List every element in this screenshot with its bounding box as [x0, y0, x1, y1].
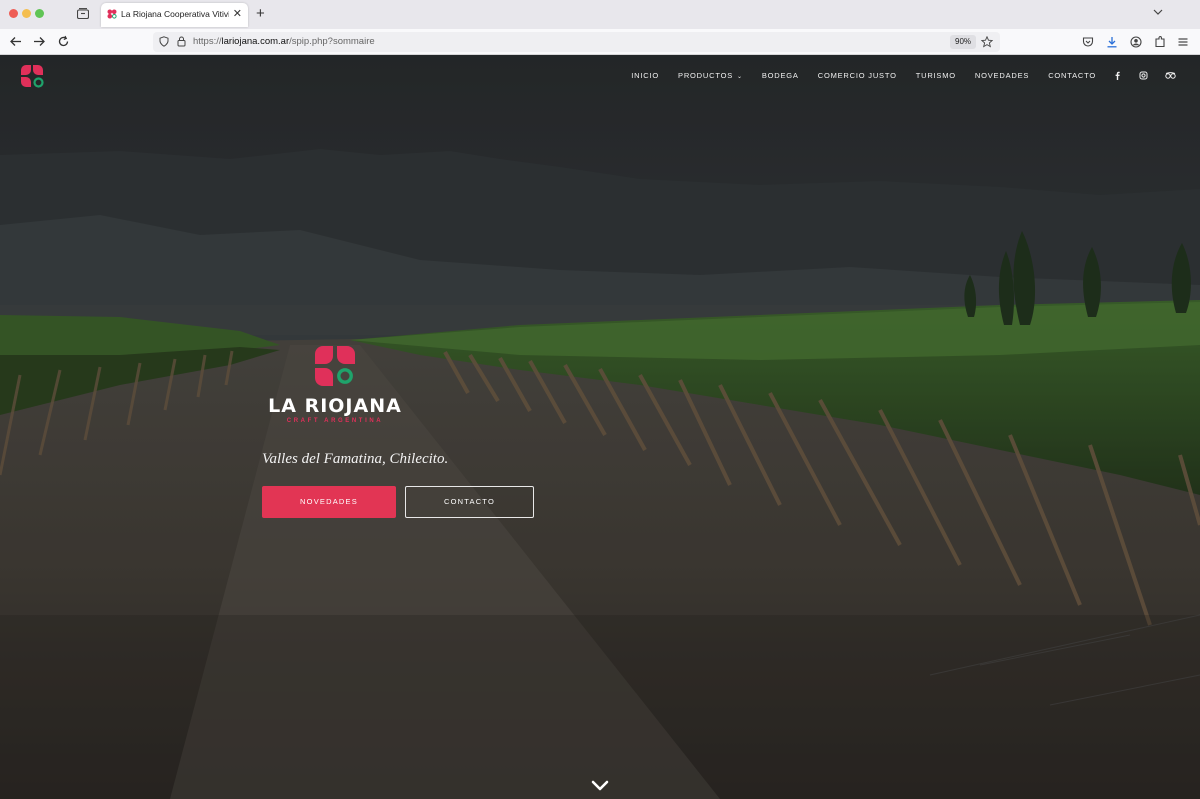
site-favicon-icon	[107, 9, 117, 19]
bookmark-star-icon[interactable]	[981, 36, 993, 48]
tracking-shield-icon[interactable]	[159, 36, 169, 47]
close-window-button[interactable]	[9, 9, 18, 18]
facebook-icon[interactable]	[1113, 71, 1122, 80]
background-dim-overlay	[0, 55, 1200, 799]
browser-nav-bar: https://lariojana.com.ar/spip.php?sommai…	[0, 29, 1200, 55]
maximize-window-button[interactable]	[35, 9, 44, 18]
instagram-icon[interactable]	[1139, 71, 1148, 80]
chevron-down-icon: ⌄	[737, 74, 743, 80]
tab-overview-icon[interactable]	[77, 8, 89, 19]
novedades-button[interactable]: NOVEDADES	[262, 486, 396, 518]
forward-arrow-icon[interactable]	[33, 35, 46, 48]
brand-block: LA RIOJANA CRAFT ARGENTINA	[260, 345, 410, 424]
menu-item-bodega[interactable]: BODEGA	[762, 71, 799, 80]
menu-item-contacto[interactable]: CONTACTO	[1048, 71, 1096, 80]
pocket-icon[interactable]	[1082, 36, 1094, 48]
menu-item-turismo[interactable]: TURISMO	[916, 71, 956, 80]
brand-name: LA RIOJANA	[268, 395, 402, 417]
hero-tagline: Valles del Famatina, Chilecito.	[262, 451, 449, 467]
tab-title: La Riojana Cooperativa Vitivinic	[121, 9, 229, 19]
site-logo-icon[interactable]	[20, 64, 46, 90]
url-scheme: https://	[193, 36, 222, 47]
hamburger-menu-icon[interactable]	[1177, 36, 1189, 48]
menu-item-comercio-justo[interactable]: COMERCIO JUSTO	[818, 71, 897, 80]
tripadvisor-icon[interactable]	[1165, 71, 1176, 80]
url-path: /spip.php?sommaire	[289, 36, 375, 47]
menu-item-inicio[interactable]: INICIO	[631, 71, 659, 80]
hero-section: INICIO PRODUCTOS ⌄ BODEGA COMERCIO JUSTO …	[0, 55, 1200, 799]
zoom-level-badge[interactable]: 90%	[950, 35, 977, 49]
download-icon[interactable]	[1106, 36, 1118, 48]
scroll-down-chevron-icon[interactable]	[590, 779, 610, 793]
account-icon[interactable]	[1130, 36, 1142, 48]
extensions-icon[interactable]	[1154, 36, 1166, 48]
main-menu: INICIO PRODUCTOS ⌄ BODEGA COMERCIO JUSTO …	[612, 71, 1176, 80]
new-tab-button[interactable]: +	[256, 6, 265, 21]
close-tab-icon[interactable]: ✕	[233, 7, 242, 21]
contacto-button[interactable]: CONTACTO	[405, 486, 534, 518]
browser-tab-bar: La Riojana Cooperativa Vitivinic ✕ +	[0, 0, 1200, 29]
address-bar[interactable]: https://lariojana.com.ar/spip.php?sommai…	[153, 32, 1000, 52]
menu-item-productos[interactable]: PRODUCTOS ⌄	[678, 71, 743, 80]
back-arrow-icon[interactable]	[9, 35, 22, 48]
reload-icon[interactable]	[57, 35, 70, 48]
active-tab[interactable]: La Riojana Cooperativa Vitivinic ✕	[101, 3, 248, 27]
minimize-window-button[interactable]	[22, 9, 31, 18]
lock-icon[interactable]	[177, 36, 186, 47]
chevron-down-icon[interactable]	[1153, 8, 1163, 16]
url-text[interactable]: https://lariojana.com.ar/spip.php?sommai…	[193, 36, 375, 47]
url-host: lariojana.com.ar	[221, 36, 290, 47]
brand-subtitle: CRAFT ARGENTINA	[286, 418, 384, 424]
menu-item-novedades[interactable]: NOVEDADES	[975, 71, 1029, 80]
menu-item-productos-label: PRODUCTOS	[678, 71, 733, 80]
brand-logo-icon	[315, 346, 355, 386]
